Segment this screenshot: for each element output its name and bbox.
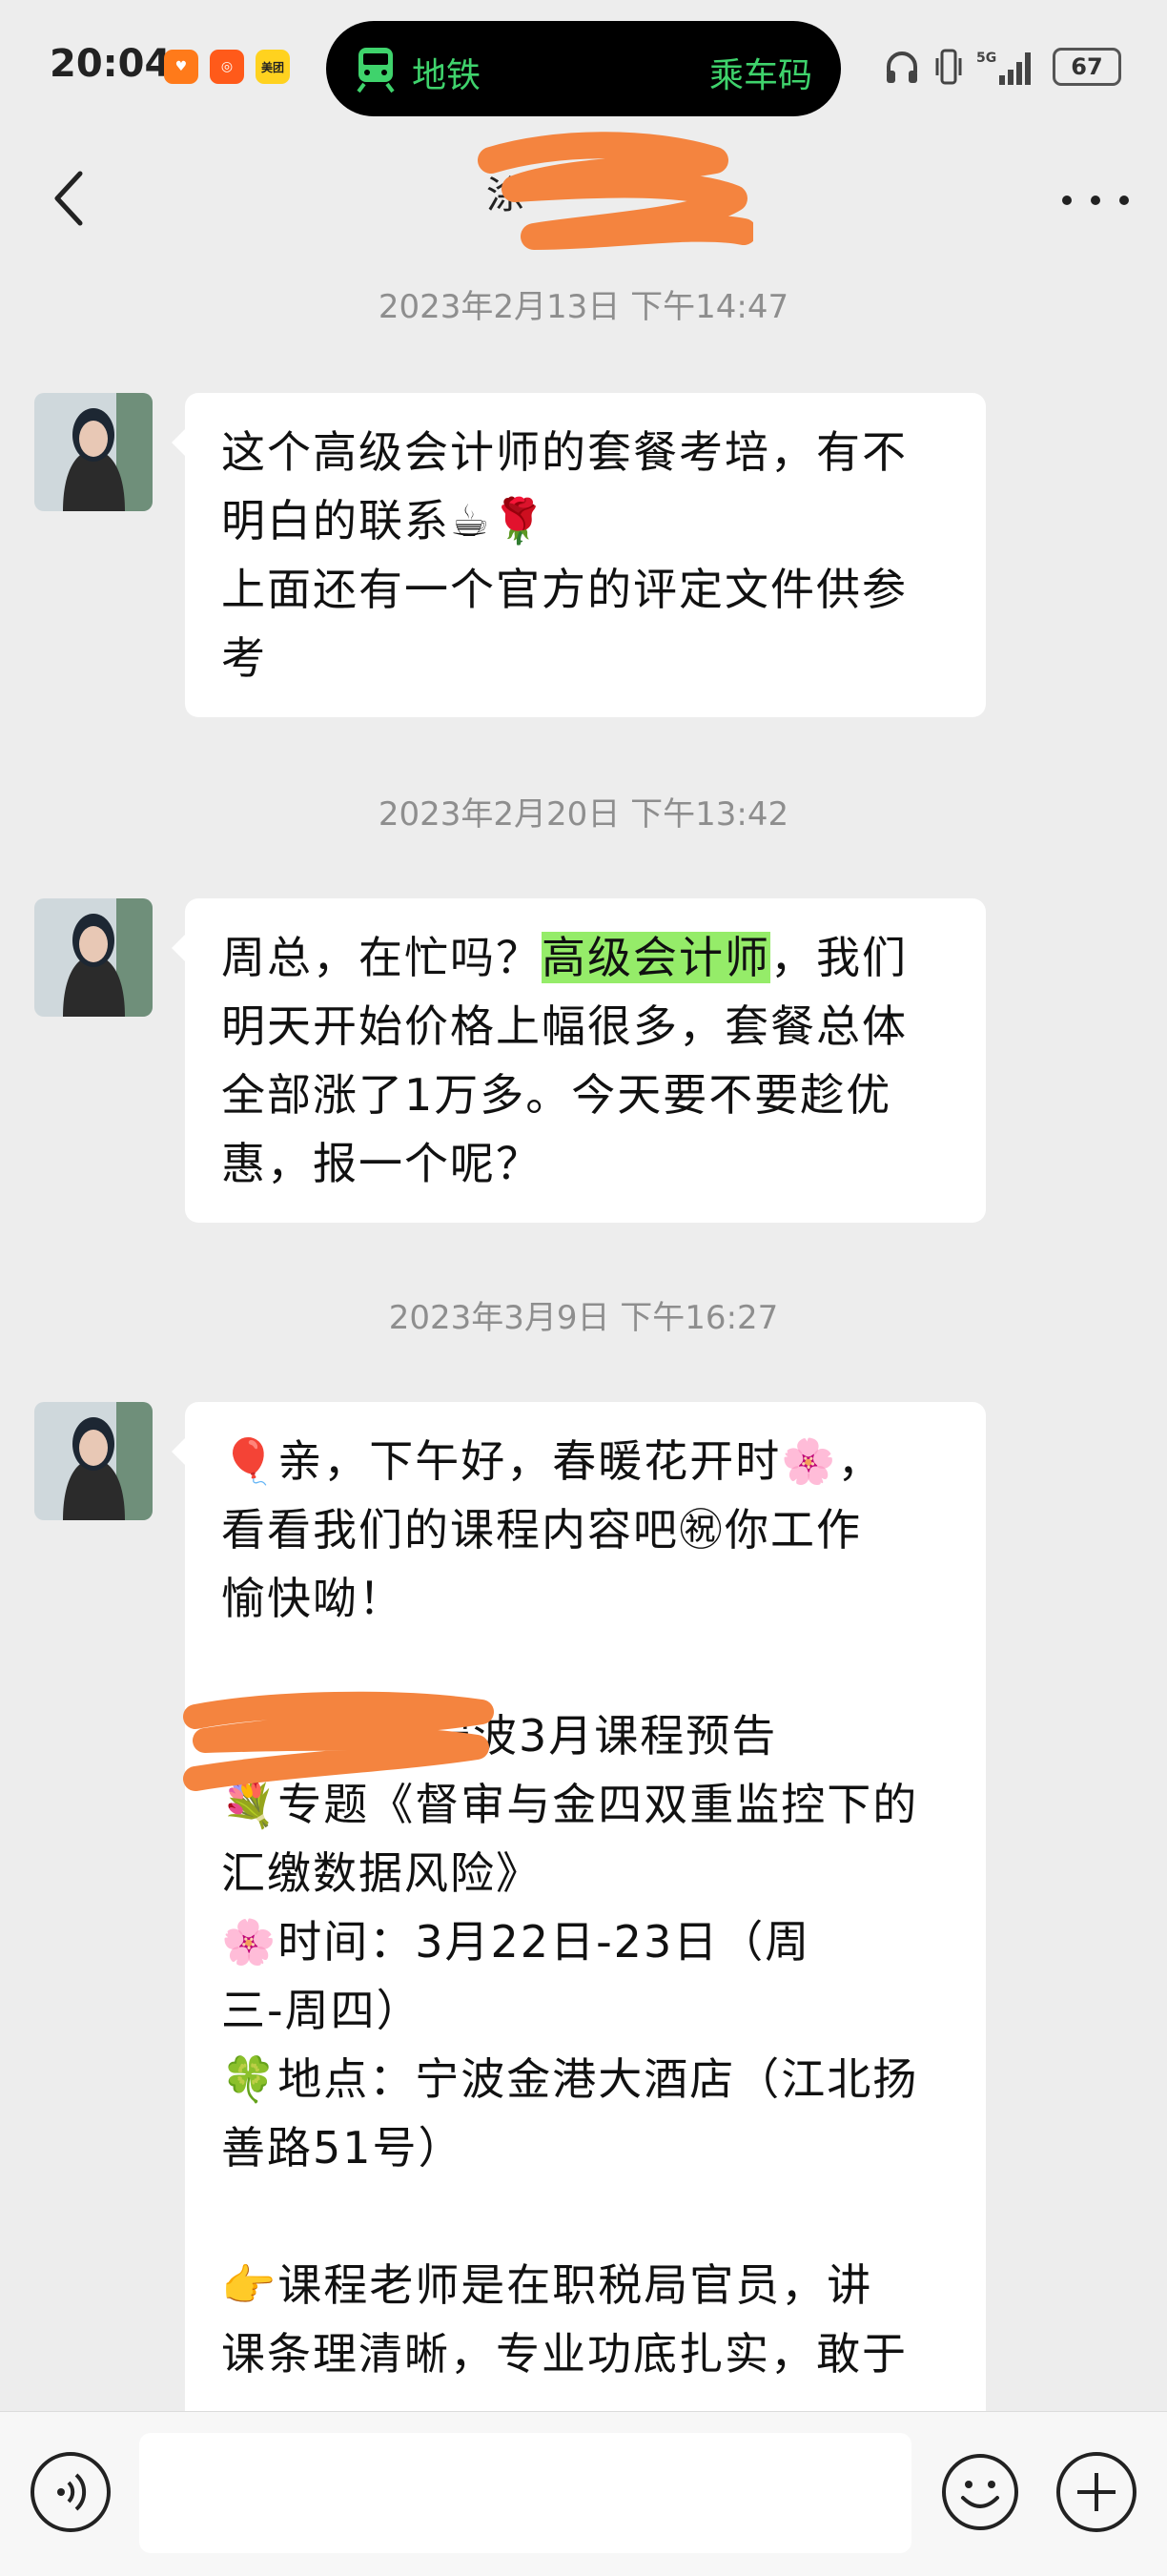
message-timestamp: 2023年3月9日 下午16:27 [388,1299,779,1337]
redaction-scribble [183,1691,494,1791]
message-line: 明天开始价格上幅很多，套餐总体 [221,1000,908,1052]
message-line: 三-周四） [221,1985,422,2036]
voice-input-button[interactable] [31,2452,111,2532]
ride-code-button[interactable]: 乘车码 [709,48,812,97]
redaction-scribble [478,132,753,250]
message-timestamp: 2023年2月13日 下午14:47 [378,288,789,326]
message-line: 明白的联系☕🌹 [221,495,548,546]
message-line: 🌸时间：3月22日-23日（周 [221,1916,811,1968]
dynamic-island-metro[interactable]: 地铁 乘车码 [326,21,841,116]
message-line: 全部涨了1万多。今天要不要趁优 [221,1069,892,1121]
back-icon[interactable] [42,160,99,237]
status-icons: 5G 67 [883,40,1121,93]
more-functions-button[interactable] [1056,2452,1136,2532]
dot-icon [1091,196,1100,205]
message-bubble[interactable]: 周总，在忙吗？高级会计师，我们 明天开始价格上幅很多，套餐总体 全部涨了1万多。… [172,898,986,1223]
svg-text:5G: 5G [976,51,996,66]
message-line [221,2182,950,2251]
avatar-image [34,393,153,511]
message-bubble[interactable]: 🎈亲，下午好，春暖花开时🌸， 看看我们的课程内容吧㊗你工作 愉快呦！ 宁波3月课… [172,1402,986,2411]
taobao-heart-icon: ♥ [164,50,198,84]
input-bar [0,2411,1167,2576]
5g-signal-icon: 5G [976,51,1031,85]
avatar-image [34,898,153,1017]
message-input[interactable] [139,2433,911,2553]
message-line: 考 [221,632,267,684]
message-text: 周总，在忙吗？ [221,932,542,983]
meituan-icon: 美团 [256,50,290,84]
more-options-button[interactable] [1062,172,1129,229]
chat-history[interactable]: 2023年2月13日 下午14:47 这个高级会计师的套餐考培，有不 明白的联系… [0,258,1167,2411]
message-line: 周总，在忙吗？高级会计师，我们 [221,923,950,992]
avatar[interactable] [34,1402,153,1520]
highlighted-keyword[interactable]: 高级会计师 [542,932,770,983]
avatar[interactable] [34,393,153,511]
xiaohongshu-icon: ◎ [210,50,244,84]
vibrate-icon [935,49,962,85]
train-icon [357,48,395,93]
message-line: 🎈亲，下午好，春暖花开时🌸， [221,1435,884,1487]
message-bubble[interactable]: 这个高级会计师的套餐考培，有不 明白的联系☕🌹 上面还有一个官方的评定文件供参 … [172,393,986,717]
message-line: 看看我们的课程内容吧㊗你工作 [221,1504,862,1556]
message-line: 🍀地点：宁波金港大酒店（江北扬 [221,2053,919,2105]
clock: 20:04 [50,42,172,86]
voice-icon [57,2473,87,2511]
message-line: 课条理清晰，专业功底扎实，敢于 [221,2328,908,2380]
message-line: 👉课程老师是在职税局官员，讲 [221,2259,873,2311]
message-line: 这个高级会计师的套餐考培，有不 [221,426,908,478]
message-line: 惠，报一个呢？ [221,1138,542,1189]
battery-icon: 67 [1053,48,1121,86]
message-line: 愉快呦！ [221,1573,404,1624]
message-text: ，我们 [770,932,908,983]
message-line: 汇缴数据风险》 [221,1847,542,1899]
message-line: 上面还有一个官方的评定文件供参 [221,564,908,615]
message-line: 善路51号） [221,2122,464,2174]
avatar[interactable] [34,898,153,1017]
metro-label: 地铁 [412,56,481,95]
message-timestamp: 2023年2月20日 下午13:42 [378,795,789,834]
chat-header: 涂 [0,132,1167,258]
avatar-image [34,1402,153,1520]
dot-icon [1119,196,1129,205]
emoji-button[interactable] [940,2452,1020,2532]
dot-icon [1062,196,1072,205]
headphones-icon [887,52,917,83]
status-bar: 20:04 ♥ ◎ 美团 地铁 乘车码 5G 67 [0,0,1167,143]
